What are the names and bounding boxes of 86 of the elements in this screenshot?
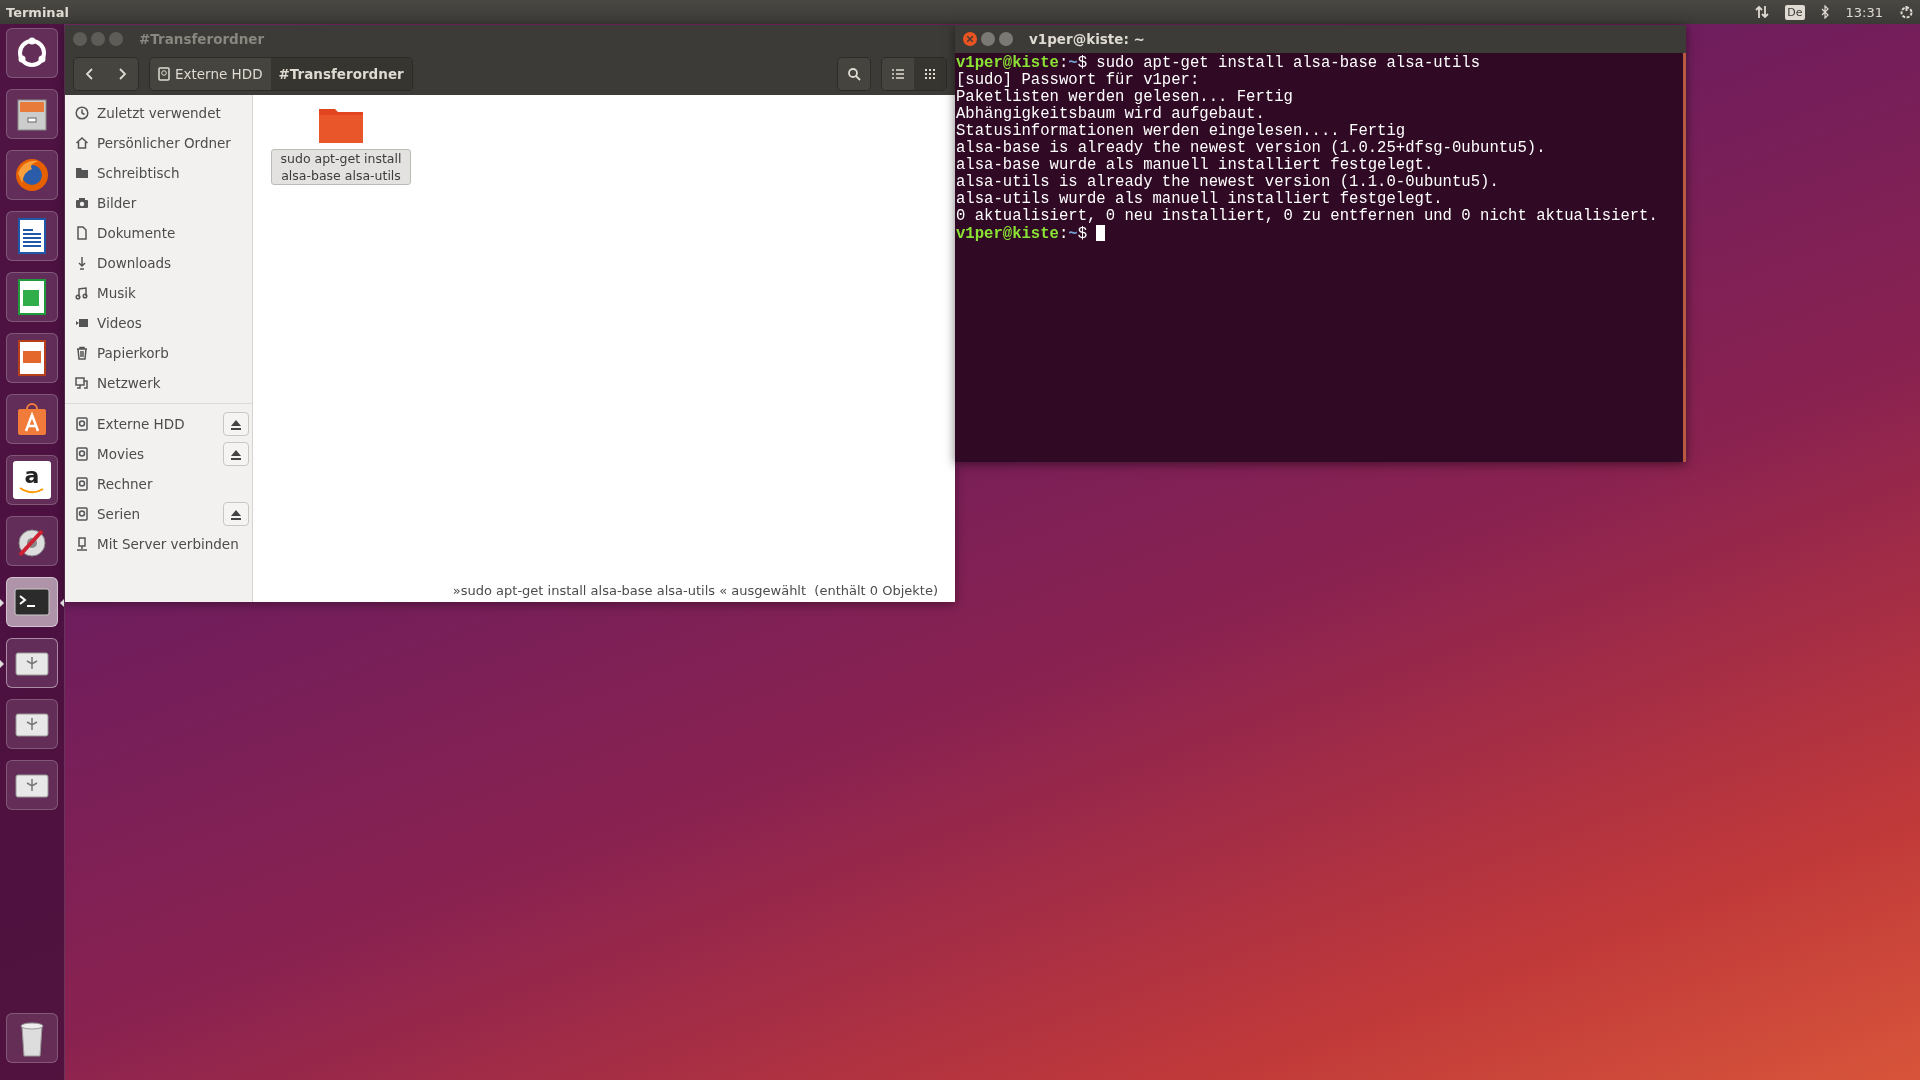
launcher-item[interactable] [6, 333, 58, 383]
path-button[interactable]: #Transferordner [270, 58, 412, 90]
network-arrows-icon[interactable] [1755, 5, 1770, 19]
keyboard-layout-indicator[interactable]: De [1785, 4, 1805, 20]
amazon-letter: a [24, 465, 40, 487]
launcher-item[interactable] [6, 272, 58, 322]
document-icon [75, 226, 89, 240]
eject-icon [230, 508, 242, 520]
sidebar-item[interactable]: Persönlicher Ordner [65, 128, 252, 158]
launcher-item[interactable] [6, 150, 58, 200]
chevron-right-icon [117, 67, 127, 81]
power-gear-icon[interactable] [1899, 4, 1914, 20]
sidebar-item[interactable]: Schreibtisch [65, 158, 252, 188]
sidebar-item[interactable]: Zuletzt verwendet [65, 98, 252, 128]
sidebar-item[interactable]: Externe HDD [65, 409, 252, 439]
list-icon [892, 69, 904, 79]
path-button[interactable]: Externe HDD [150, 58, 271, 90]
eject-icon [230, 448, 242, 460]
search-icon [847, 67, 861, 81]
launcher-item[interactable] [6, 211, 58, 261]
grid-view-button[interactable] [914, 58, 946, 90]
eject-button[interactable] [223, 442, 249, 466]
maximize-button[interactable] [999, 32, 1013, 46]
output-line: alsa-base wurde als manuell installiert festgelegt. [956, 157, 1435, 174]
output-line: Statusinformationen werden eingelesen.... Fertig [956, 123, 1407, 140]
video-camera-icon [75, 316, 89, 330]
prompt-line: v1per@kiste:~$ [956, 225, 1682, 242]
clock-icon [75, 106, 89, 120]
download-arrow-icon [75, 256, 89, 270]
drive-icon [75, 507, 89, 521]
clock-time[interactable]: 13:31 [1845, 4, 1883, 20]
sidebar-item[interactable]: Downloads [65, 248, 252, 278]
camera-icon [75, 196, 89, 210]
launcher-item[interactable] [6, 89, 58, 139]
launcher-item[interactable] [6, 1013, 58, 1063]
close-icon [967, 36, 973, 42]
app-title: Terminal [6, 4, 69, 20]
network-icon [75, 376, 89, 390]
drive-icon [75, 417, 89, 431]
launcher-item[interactable] [6, 699, 58, 749]
launcher-item[interactable] [6, 28, 58, 78]
eject-icon [230, 418, 242, 430]
sidebar-item[interactable]: Dokumente [65, 218, 252, 248]
sidebar-item[interactable]: Papierkorb [65, 338, 252, 368]
sidebar-item[interactable]: Videos [65, 308, 252, 338]
window-title: v1per@kiste: ~ [1029, 31, 1145, 47]
amazon-tile[interactable]: a [13, 461, 51, 499]
computer-icon [75, 537, 89, 551]
sidebar-item[interactable]: Netzwerk [65, 368, 252, 398]
chevron-left-icon [85, 67, 95, 81]
grid-icon [925, 69, 935, 79]
output-line: alsa-utils is already the newest version (1.1.0-0ubuntu5). [956, 174, 1500, 191]
output-line: Paketlisten werden gelesen... Fertig [956, 89, 1294, 106]
window-title: #Transferordner [139, 31, 265, 47]
home-icon [75, 136, 89, 150]
prompt-line: v1per@kiste:~$ sudo apt-get install alsa-base alsa-utils [956, 55, 1482, 72]
output-line: alsa-utils wurde als manuell installiert festgelegt. [956, 191, 1444, 208]
minimize-button[interactable] [981, 32, 995, 46]
sidebar-item[interactable]: Bilder [65, 188, 252, 218]
launcher-item[interactable] [6, 760, 58, 810]
sidebar-item[interactable]: Musik [65, 278, 252, 308]
output-line: [sudo] Passwort für v1per: [956, 72, 1201, 89]
launcher-item[interactable] [6, 394, 58, 444]
trash-icon [75, 346, 89, 360]
drive-icon [158, 67, 170, 81]
status-text: »sudo apt-get install alsa-base alsa-utils « ausgewählt (enthält 0 Objekte) [452, 583, 938, 598]
bluetooth-icon[interactable] [1820, 5, 1830, 19]
sidebar-item[interactable]: Mit Server verbinden [65, 529, 252, 559]
music-note-icon [75, 286, 89, 300]
running-indicator [0, 599, 4, 607]
launcher-item[interactable] [6, 516, 58, 566]
folder-icon [75, 166, 89, 180]
file-name[interactable]: sudo apt-get install alsa-base alsa-utils [271, 149, 411, 185]
output-line: Abhängigkeitsbaum wird aufgebaut. [956, 106, 1266, 123]
running-indicator [0, 660, 4, 668]
sidebar-item[interactable]: Serien [65, 499, 252, 529]
close-button[interactable] [963, 32, 977, 46]
sidebar-item[interactable]: Rechner [65, 469, 252, 499]
eject-button[interactable] [223, 412, 249, 436]
sidebar-item[interactable]: Movies [65, 439, 252, 469]
output-line: alsa-base is already the newest version (1.0.25+dfsg-0ubuntu5). [956, 140, 1547, 157]
drive-icon [75, 447, 89, 461]
launcher-item[interactable]: a [6, 455, 58, 505]
output-line: 0 aktualisiert, 0 neu installiert, 0 zu entfernen und 0 nicht aktualisiert. [956, 208, 1659, 225]
eject-button[interactable] [223, 502, 249, 526]
drive-icon [75, 477, 89, 491]
